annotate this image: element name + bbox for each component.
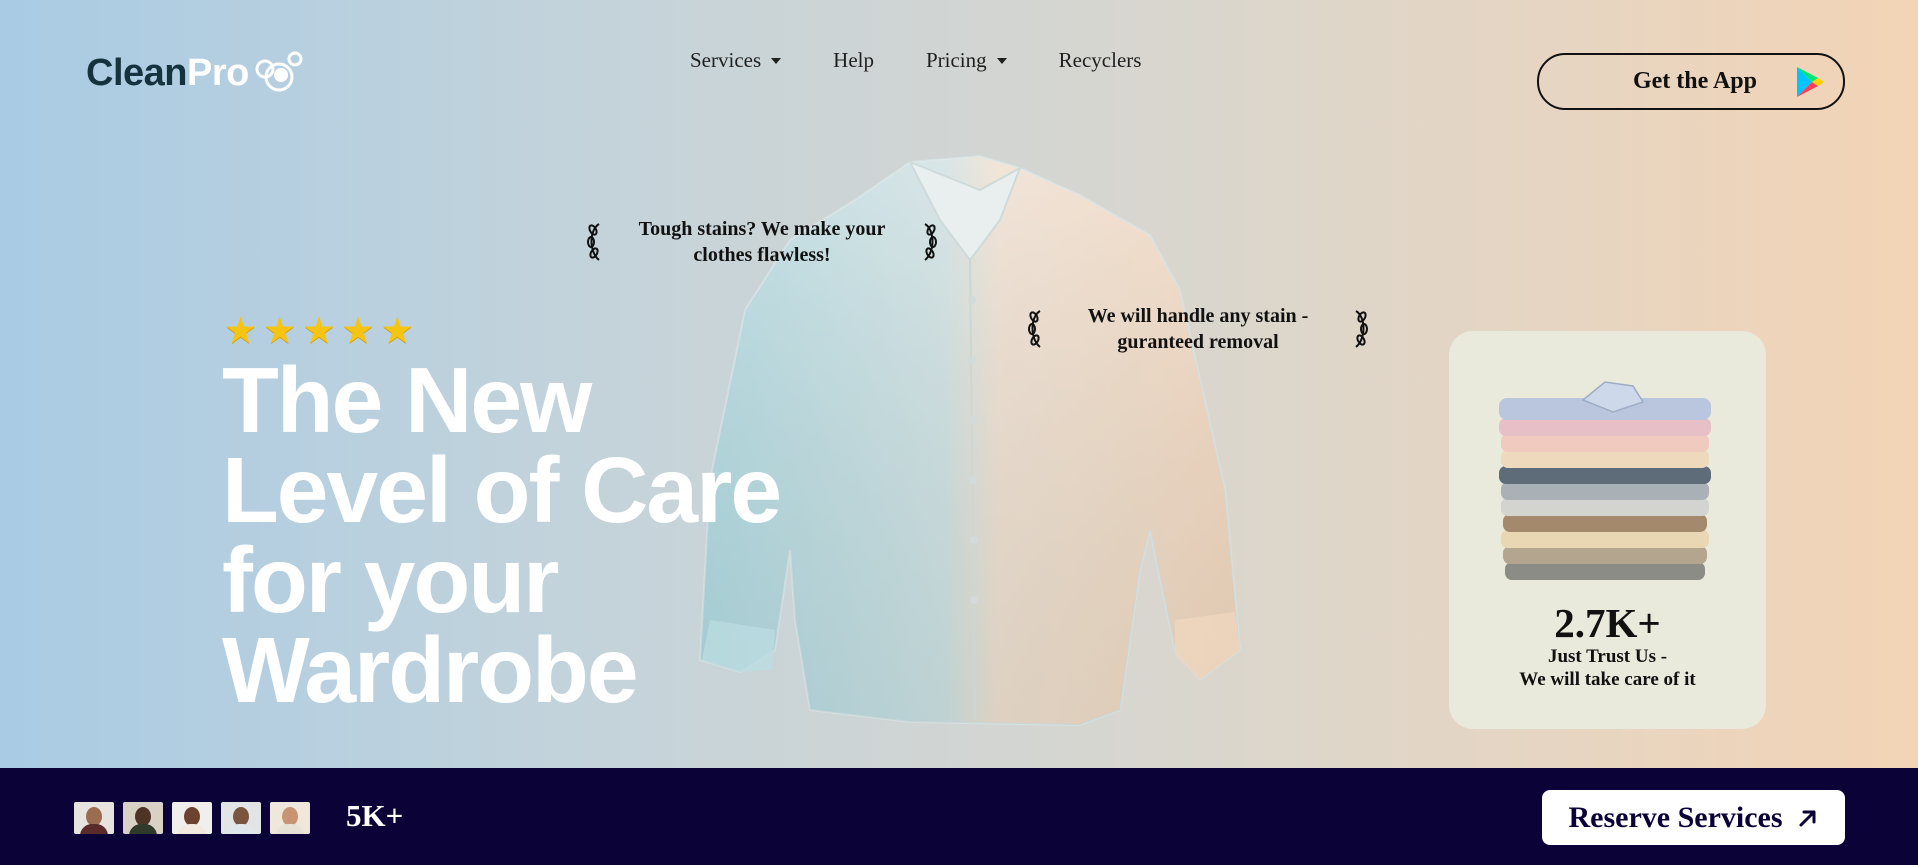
nav-recyclers[interactable]: Recyclers <box>1059 48 1142 73</box>
quote-stain-removal: We will handle any stain - guranteed rem… <box>1024 303 1372 355</box>
logo-text-pro: Pro <box>186 52 249 94</box>
customer-count: 5K+ <box>346 798 404 833</box>
logo-text-clean: Clean <box>86 52 187 94</box>
rating-stars: ★ ★ ★ ★ ★ <box>224 312 414 352</box>
star-icon: ★ <box>263 311 297 352</box>
stats-caption: Just Trust Us - We will take care of it <box>1449 645 1766 691</box>
laurel-left-icon <box>587 223 600 261</box>
quote-text: Tough stains? We make your clothes flawl… <box>638 218 886 266</box>
nav-help-label: Help <box>833 48 874 72</box>
stats-caption-line: We will take care of it <box>1519 669 1696 690</box>
star-icon: ★ <box>341 311 375 352</box>
avatar <box>74 802 114 834</box>
laurel-right-icon <box>924 223 937 261</box>
stats-card: 2.7K+ Just Trust Us - We will take care … <box>1449 331 1766 729</box>
logo[interactable]: Clean Pro <box>86 51 305 95</box>
bottom-bar: 5K+ Reserve Services <box>0 768 1918 865</box>
main-nav: Services Help Pricing Recyclers <box>690 48 1193 73</box>
star-icon: ★ <box>380 311 414 352</box>
stats-caption-line: Just Trust Us - <box>1547 646 1668 667</box>
avatar <box>270 802 310 834</box>
nav-services-label: Services <box>690 48 762 72</box>
avatar <box>221 802 261 834</box>
nav-help[interactable]: Help <box>833 48 874 73</box>
arrow-up-right-icon <box>1799 810 1816 826</box>
avatar <box>123 802 163 834</box>
quote-tough-stains: Tough stains? We make your clothes flawl… <box>583 216 941 268</box>
avatar <box>172 802 212 834</box>
nav-recyclers-label: Recyclers <box>1058 48 1142 72</box>
get-app-button[interactable]: Get the App <box>1537 53 1845 110</box>
headline-line: Level of Care <box>222 438 782 542</box>
reserve-services-button[interactable]: Reserve Services <box>1542 790 1845 845</box>
quote-text: We will handle any stain - guranteed rem… <box>1087 305 1309 353</box>
nav-pricing-label: Pricing <box>925 48 987 72</box>
star-icon: ★ <box>302 311 336 352</box>
stats-value: 2.7K+ <box>1554 600 1661 646</box>
reserve-services-label: Reserve Services <box>1568 800 1783 834</box>
hero-headline: The New Level of Care for your Wardrobe <box>222 348 862 722</box>
headline-line: Wardrobe <box>222 618 639 722</box>
get-app-label: Get the App <box>1632 68 1757 94</box>
hero-section: Clean Pro Services Help Pricing Recycler… <box>0 0 1918 768</box>
laurel-right-icon <box>1355 310 1368 348</box>
google-play-icon <box>1797 66 1824 97</box>
headline-line: The New <box>222 348 592 452</box>
chevron-down-icon <box>996 57 1007 64</box>
nav-services[interactable]: Services <box>690 48 782 73</box>
customer-avatars <box>74 802 310 834</box>
chevron-down-icon <box>771 57 782 64</box>
star-icon: ★ <box>224 311 258 352</box>
nav-pricing[interactable]: Pricing <box>926 48 1007 73</box>
bubbles-icon <box>255 51 303 91</box>
laurel-left-icon <box>1028 310 1041 348</box>
folded-shirts-image <box>1499 381 1711 580</box>
headline-line: for your <box>222 528 559 632</box>
